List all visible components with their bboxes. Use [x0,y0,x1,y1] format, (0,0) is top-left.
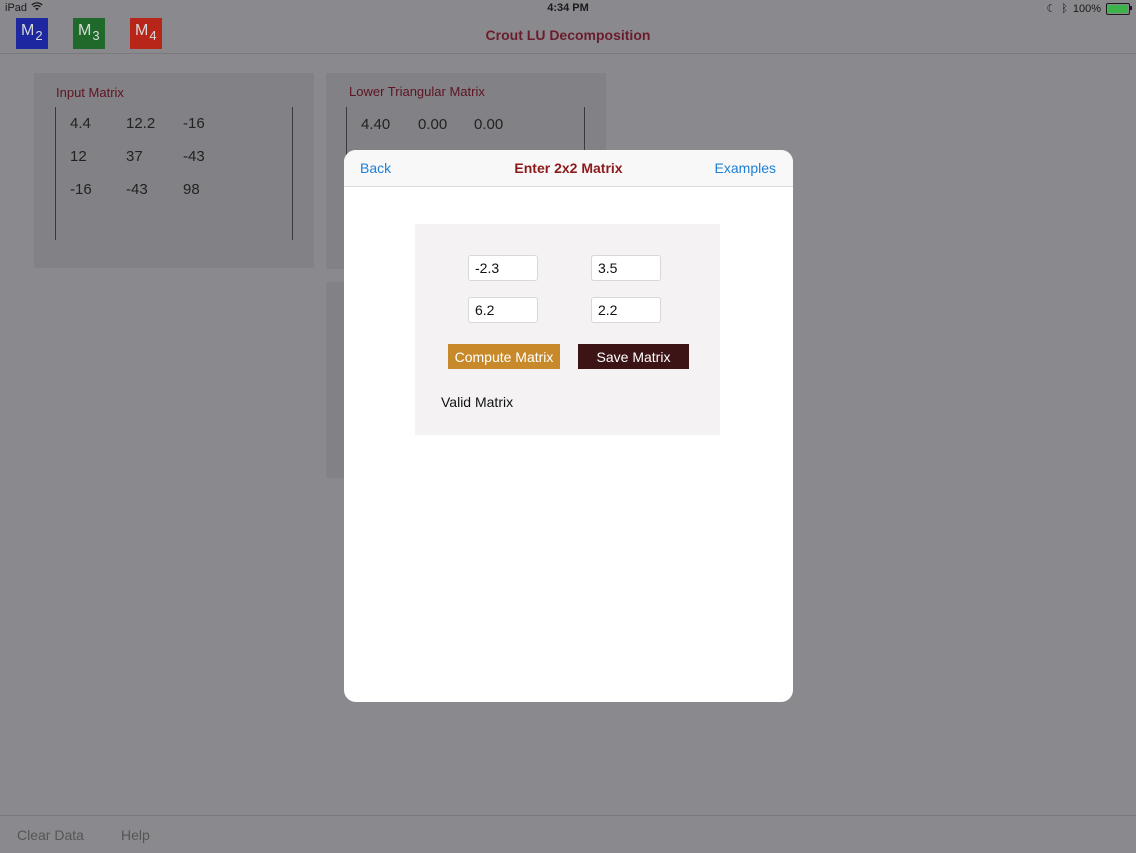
status-bar: iPad 4:34 PM ☾ ᛒ 100% [0,0,1136,16]
bottom-toolbar: Clear Data Help [0,815,1136,853]
save-matrix-button[interactable]: Save Matrix [578,344,689,369]
lower-cell: 4.40 [361,116,391,133]
bluetooth-icon: ᛒ [1061,2,1068,15]
help-button[interactable]: Help [121,827,150,843]
input-cell: -43 [126,181,148,198]
status-time: 4:34 PM [547,2,589,14]
matrix-cell-input-r1c1[interactable] [468,255,538,281]
moon-icon: ☾ [1046,3,1057,15]
lower-cell: 0.00 [418,116,448,133]
status-right: ☾ ᛒ 100% [1046,2,1132,15]
input-cell: 37 [126,148,143,165]
input-matrix-title: Input Matrix [56,85,124,100]
matrix-entry-form: Compute Matrix Save Matrix Valid Matrix [415,224,720,435]
examples-button[interactable]: Examples [715,160,776,176]
matrix-bracket-left [55,107,56,240]
input-cell: -16 [70,181,92,198]
input-cell: 98 [183,181,200,198]
modal-header: Back Enter 2x2 Matrix Examples [344,150,793,187]
input-cell: -16 [183,115,205,132]
matrix-cell-input-r2c2[interactable] [591,297,661,323]
input-cell: 12.2 [126,115,156,132]
lower-cell: 0.00 [474,116,504,133]
validation-status: Valid Matrix [441,394,514,410]
clear-data-button[interactable]: Clear Data [17,827,84,843]
input-cell: 4.4 [70,115,91,132]
battery-percent: 100% [1072,2,1101,15]
battery-icon [1106,2,1132,15]
lower-matrix-title: Lower Triangular Matrix [349,84,485,99]
nav-bar: M2 M3 M4 Crout LU Decomposition [0,16,1136,54]
input-cell: 12 [70,148,87,165]
matrix-cell-input-r2c1[interactable] [468,297,538,323]
input-cell: -43 [183,148,205,165]
matrix-cell-input-r1c2[interactable] [591,255,661,281]
matrix-bracket-right [292,107,293,240]
page-title: Crout LU Decomposition [485,27,651,43]
enter-matrix-modal: Back Enter 2x2 Matrix Examples Compute M… [344,150,793,702]
input-matrix-panel: Input Matrix 4.4 12.2 -16 12 37 -43 -16 … [34,73,314,268]
compute-matrix-button[interactable]: Compute Matrix [448,344,560,369]
